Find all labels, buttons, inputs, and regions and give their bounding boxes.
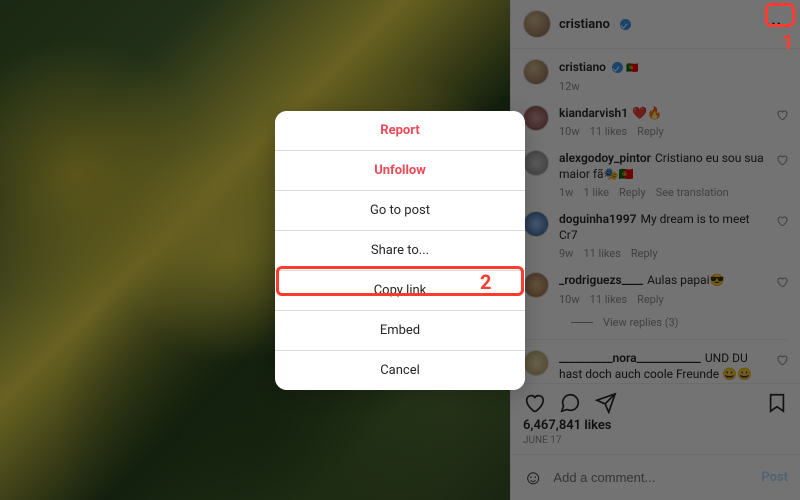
modal-item-cancel[interactable]: Cancel [275, 351, 525, 390]
modal-item-copy-link[interactable]: Copy link [275, 271, 525, 311]
modal-overlay[interactable]: Report Unfollow Go to post Share to... C… [0, 0, 800, 500]
modal-item-go-to-post[interactable]: Go to post [275, 191, 525, 231]
modal-item-embed[interactable]: Embed [275, 311, 525, 351]
modal-item-share-to[interactable]: Share to... [275, 231, 525, 271]
options-modal: Report Unfollow Go to post Share to... C… [275, 111, 525, 390]
modal-item-report[interactable]: Report [275, 111, 525, 151]
modal-item-unfollow[interactable]: Unfollow [275, 151, 525, 191]
